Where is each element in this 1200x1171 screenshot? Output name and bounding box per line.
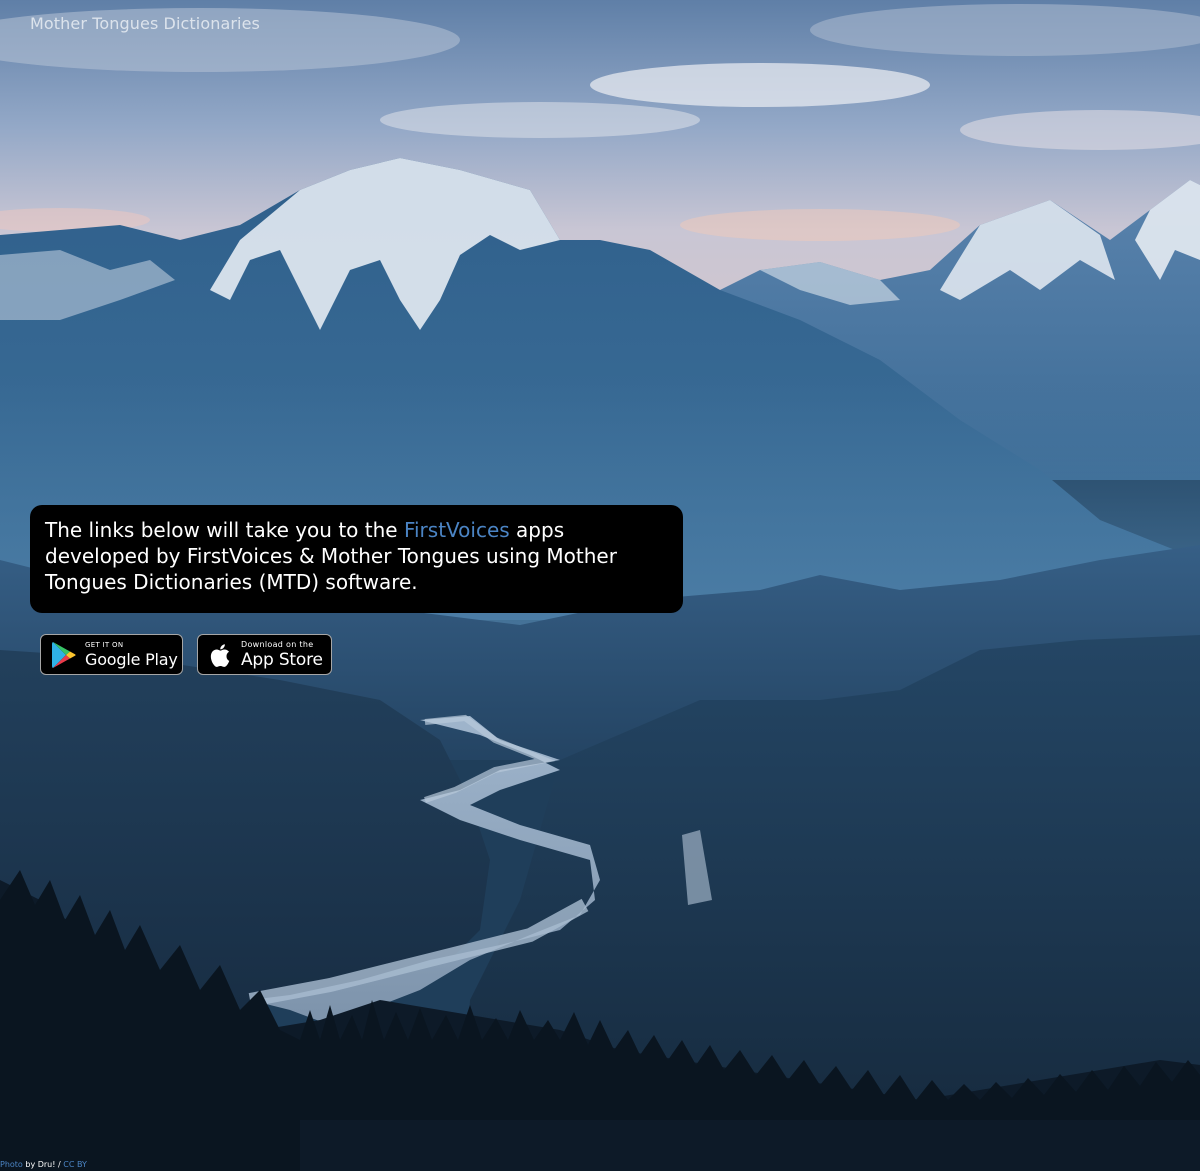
app-store-badge[interactable]: Download on the App Store bbox=[197, 634, 332, 675]
google-play-badge[interactable]: GET IT ON Google Play bbox=[40, 634, 183, 675]
info-text-before: The links below will take you to the bbox=[45, 518, 404, 542]
site-title-link[interactable]: Mother Tongues Dictionaries bbox=[30, 14, 260, 33]
photo-link[interactable]: Photo bbox=[0, 1160, 23, 1169]
photo-credit: Photo by Dru! / CC BY bbox=[0, 1160, 87, 1169]
apple-icon bbox=[210, 643, 230, 667]
google-play-icon bbox=[52, 641, 76, 668]
app-store-big-label: App Store bbox=[241, 649, 323, 670]
license-link[interactable]: CC BY bbox=[63, 1160, 87, 1169]
google-play-big-label: Google Play bbox=[85, 649, 178, 669]
firstvoices-link[interactable]: FirstVoices bbox=[404, 518, 510, 542]
google-play-small-label: GET IT ON bbox=[85, 640, 124, 649]
photo-author: by Dru! / bbox=[22, 1160, 64, 1169]
app-store-small-label: Download on the bbox=[241, 639, 314, 649]
info-box: The links below will take you to the Fir… bbox=[30, 505, 683, 613]
